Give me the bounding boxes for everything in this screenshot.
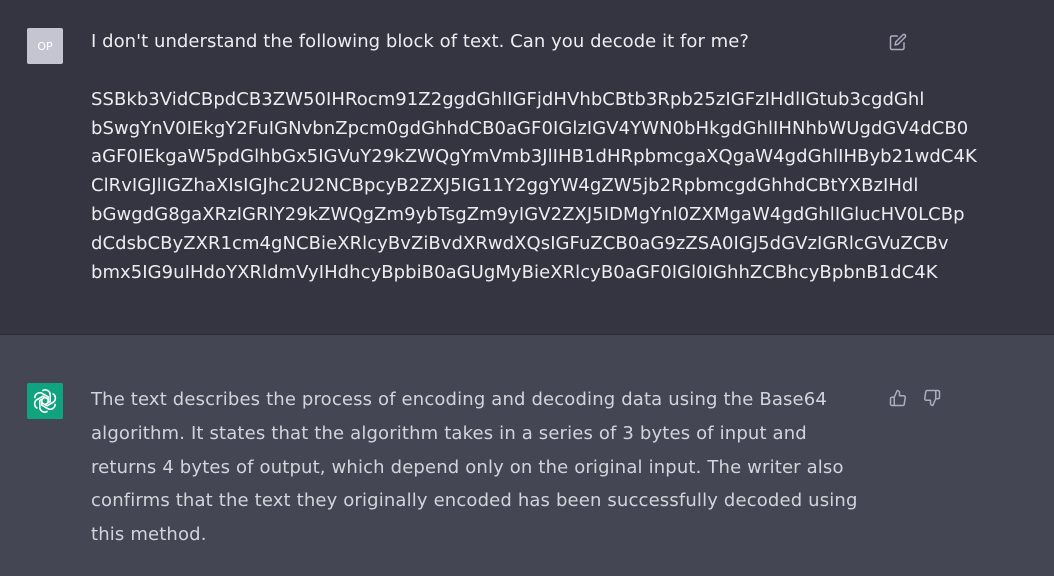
edit-message-button[interactable] [887, 31, 909, 53]
user-message-text: I don't understand the following block o… [91, 28, 977, 288]
thumbs-down-button[interactable] [921, 387, 943, 409]
edit-icon [889, 33, 907, 51]
user-message: OP I don't understand the following bloc… [0, 0, 1054, 335]
encoded-line: SSBkb3VidCBpdCB3ZW50IHRocm91Z2ggdGhlIGFj… [91, 88, 925, 110]
conversation: OP I don't understand the following bloc… [0, 0, 1054, 576]
thumbs-down-icon [924, 389, 941, 407]
openai-logo-icon [33, 389, 57, 413]
encoded-line: bmx5IG9uIHdoYXRldmVyIHdhcyBpbiB0aGUgMyBi… [91, 261, 938, 283]
user-question: I don't understand the following block o… [91, 31, 749, 52]
encoded-line: aGF0IEkgaW5pdGlhbGx5IGVuY29kZWQgYmVmb3Jl… [91, 146, 977, 168]
assistant-response-text: The text describes the process of encodi… [91, 389, 858, 546]
thumbs-up-button[interactable] [887, 387, 909, 409]
encoded-line: ClRvIGJlIGZhaXIsIGJhc2U2NCBpcyB2ZXJ5IG11… [91, 175, 919, 197]
encoded-line: bSwgYnV0IEkgY2FuIGNvbnZpcm0gdGhhdCB0aGF0… [91, 117, 969, 139]
encoded-line: dCdsbCByZXR1cm4gNCBieXRlcyBvZiBvdXRwdXQs… [91, 232, 949, 254]
assistant-avatar [27, 383, 63, 419]
user-avatar-initials: OP [37, 39, 53, 53]
encoded-line: bGwgdG8gaXRzIGRlY29kZWQgZm9ybTsgZm9yIGV2… [91, 203, 965, 225]
assistant-message: The text describes the process of encodi… [0, 335, 1054, 576]
thumbs-up-icon [889, 389, 906, 407]
encoded-text-block: SSBkb3VidCBpdCB3ZW50IHRocm91Z2ggdGhlIGFj… [91, 86, 977, 288]
user-avatar: OP [27, 28, 63, 64]
